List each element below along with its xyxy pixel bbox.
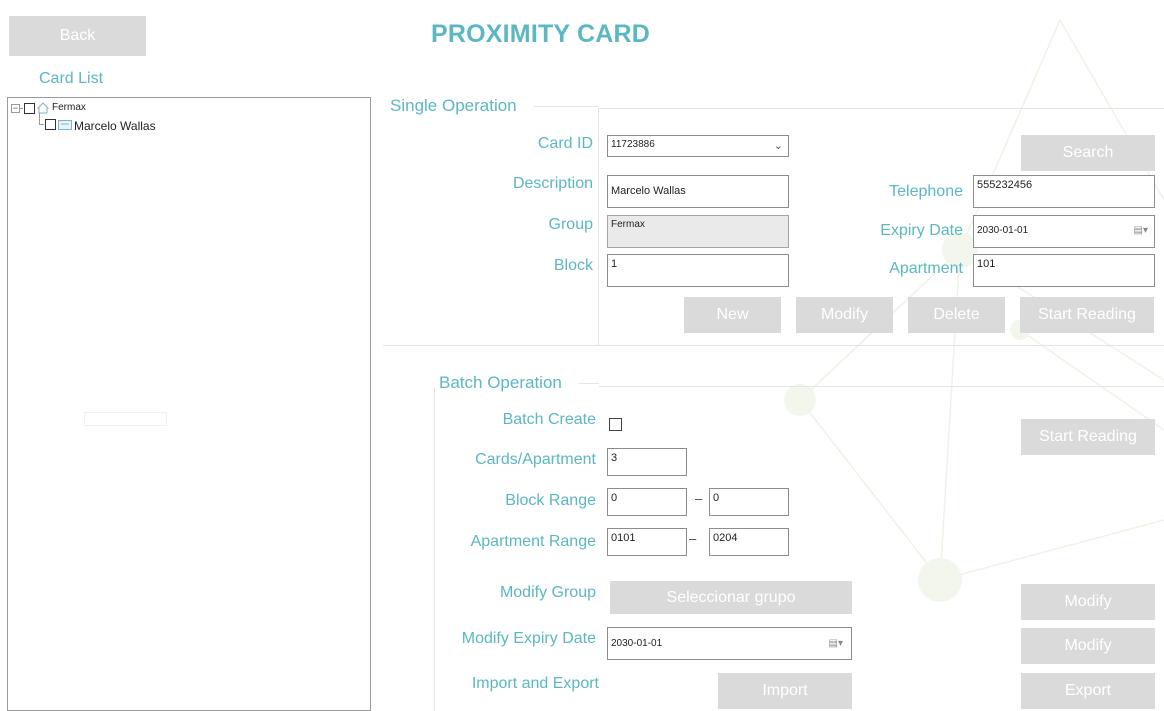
expiry-date-label: Expiry Date	[880, 222, 963, 239]
import-export-label: Import and Export	[471, 675, 599, 692]
description-label: Description	[512, 175, 593, 192]
telephone-label: Telephone	[889, 183, 963, 200]
chevron-down-icon: ⌄	[773, 140, 783, 152]
delete-button[interactable]: Delete	[908, 297, 1005, 333]
groupbox-border	[599, 386, 1164, 387]
export-button[interactable]: Export	[1021, 673, 1155, 709]
range-separator: –	[689, 531, 697, 546]
batch-create-label: Batch Create	[502, 411, 596, 428]
apartment-input[interactable]: 101	[973, 254, 1155, 287]
cards-per-apartment-input[interactable]: 3	[607, 448, 687, 476]
collapse-toggle-icon[interactable]: −	[11, 104, 20, 113]
block-input[interactable]: 1	[607, 254, 789, 287]
batch-start-reading-button[interactable]: Start Reading	[1021, 419, 1155, 455]
start-reading-button[interactable]: Start Reading	[1020, 297, 1154, 333]
description-input[interactable]: Marcelo Wallas	[607, 175, 789, 208]
batch-create-checkbox[interactable]	[609, 418, 622, 431]
card-id-select[interactable]: 11723886 ⌄	[607, 135, 789, 157]
tree-connector	[39, 124, 44, 125]
back-button[interactable]: Back	[9, 16, 146, 56]
calendar-icon[interactable]: ▤▾	[1134, 225, 1148, 236]
calendar-icon[interactable]: ▤▾	[829, 638, 843, 649]
page-title: PROXIMITY CARD	[431, 20, 651, 48]
apartment-range-label: Apartment Range	[470, 533, 596, 550]
modify-button[interactable]: Modify	[796, 297, 893, 333]
card-id-label: Card ID	[537, 135, 593, 152]
groupbox-border	[383, 345, 1164, 346]
apartment-range-from-input[interactable]: 0101	[607, 528, 687, 556]
new-button[interactable]: New	[684, 297, 781, 333]
block-label: Block	[553, 257, 593, 274]
modify-expiry-button[interactable]: Modify	[1021, 628, 1155, 664]
groupbox-border	[598, 108, 599, 346]
range-separator: –	[695, 491, 703, 506]
telephone-input[interactable]: 555232456	[973, 175, 1155, 208]
tree-checkbox-fermax[interactable]	[24, 103, 35, 114]
apartment-label: Apartment	[889, 260, 963, 277]
import-button[interactable]: Import	[718, 673, 852, 709]
tree-item-fermax[interactable]: Fermax	[52, 102, 86, 113]
card-list-heading: Card List	[39, 70, 104, 87]
tree-checkbox-marcelo[interactable]	[45, 119, 56, 130]
tree-connector	[20, 108, 23, 109]
tree-item-marcelo-wallas[interactable]: Marcelo Wallas	[74, 119, 156, 133]
groupbox-border	[598, 108, 1164, 109]
card-icon	[58, 120, 72, 130]
modify-expiry-date-value: 2030-01-01	[611, 638, 663, 649]
apartment-range-to-input[interactable]: 0204	[709, 528, 789, 556]
groupbox-border	[534, 106, 598, 107]
modify-group-button[interactable]: Modify	[1021, 584, 1155, 620]
single-operation-legend: Single Operation	[390, 96, 517, 115]
select-group-button[interactable]: Seleccionar grupo	[610, 581, 852, 614]
block-range-label: Block Range	[505, 492, 596, 509]
search-button[interactable]: Search	[1021, 135, 1155, 171]
groupbox-border	[434, 388, 435, 711]
block-range-from-input[interactable]: 0	[607, 488, 687, 516]
card-list-tree[interactable]: − Fermax Marcelo Wallas	[7, 97, 371, 711]
groupbox-border	[579, 383, 599, 384]
block-range-to-input[interactable]: 0	[709, 488, 789, 516]
expiry-date-value: 2030-01-01	[977, 225, 1029, 236]
modify-group-label: Modify Group	[499, 584, 596, 601]
blank-placeholder	[84, 412, 167, 426]
card-id-value: 11723886	[611, 139, 655, 150]
group-label: Group	[548, 216, 593, 233]
expiry-date-picker[interactable]: 2030-01-01 ▤▾	[973, 215, 1155, 248]
modify-expiry-date-label: Modify Expiry Date	[461, 630, 596, 647]
modify-expiry-date-picker[interactable]: 2030-01-01 ▤▾	[607, 627, 852, 660]
group-field: Fermax	[607, 215, 789, 248]
cards-per-apartment-label: Cards/Apartment	[475, 451, 596, 468]
batch-operation-legend: Batch Operation	[439, 373, 562, 392]
